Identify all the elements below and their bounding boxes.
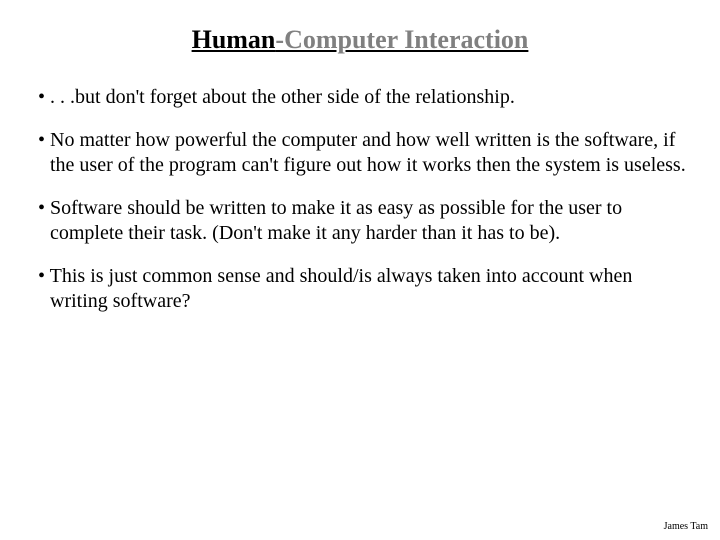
title-part-human: Human	[192, 25, 276, 54]
bullet-item: Software should be written to make it as…	[38, 196, 690, 246]
title-part-rest: -Computer Interaction	[275, 25, 528, 54]
bullet-item: This is just common sense and should/is …	[38, 264, 690, 314]
bullet-item: No matter how powerful the computer and …	[38, 128, 690, 178]
bullet-list: . . .but don't forget about the other si…	[30, 85, 690, 314]
bullet-item: . . .but don't forget about the other si…	[38, 85, 690, 110]
slide-title: Human-Computer Interaction	[30, 25, 690, 55]
footer-author: James Tam	[664, 521, 708, 532]
